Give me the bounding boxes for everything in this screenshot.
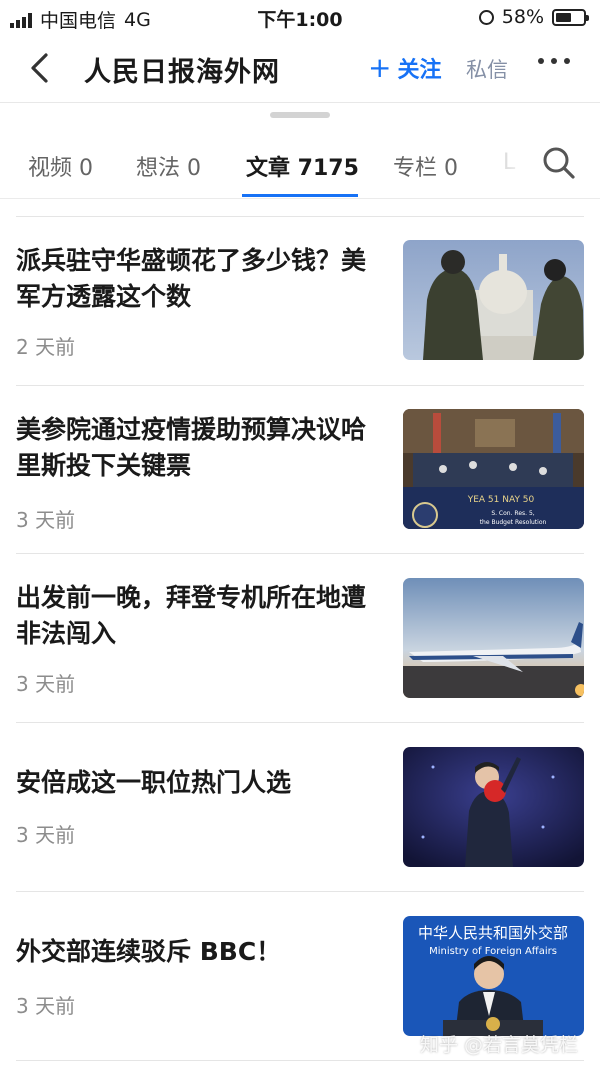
- nav-bar: 人民日报海外网 + 关注 私信: [0, 34, 600, 103]
- caption-line: the Budget Resolution: [480, 519, 547, 526]
- article-title[interactable]: 外交部连续驳斥 BBC！: [16, 934, 386, 970]
- article-time: 3 天前: [16, 994, 76, 1018]
- battery-percent: 58%: [501, 6, 544, 28]
- search-icon[interactable]: [542, 146, 576, 180]
- ministry-caption: 中华人民共和国外交部: [418, 924, 568, 942]
- message-button[interactable]: 私信: [466, 54, 508, 84]
- tab-columns[interactable]: 专栏 0: [393, 150, 458, 182]
- article-thumbnail[interactable]: [403, 240, 584, 360]
- tab-bar: 视频 0 想法 0 文章 7175 专栏 0 L: [0, 132, 600, 198]
- article-time: 3 天前: [16, 672, 76, 696]
- article-title[interactable]: 出发前一晚，拜登专机所在地遭非法闯入: [16, 580, 386, 652]
- status-bar: 中国电信 4G 下午1:00 58%: [0, 0, 600, 34]
- more-icon[interactable]: [538, 58, 570, 64]
- article-time: 2 天前: [16, 335, 76, 359]
- article-thumbnail[interactable]: 中华人民共和国外交部 Ministry of Foreign Affairs: [403, 916, 584, 1036]
- article-time: 3 天前: [16, 508, 76, 532]
- tab-thoughts[interactable]: 想法 0: [136, 150, 201, 182]
- article-thumbnail[interactable]: YEA 51 NAY 50 S. Con. Res. 5, the Budget…: [403, 409, 584, 529]
- article-title[interactable]: 美参院通过疫情援助预算决议哈里斯投下关键票: [16, 412, 386, 484]
- page-title: 人民日报海外网: [84, 57, 280, 88]
- plus-icon: +: [368, 51, 392, 84]
- watermark: 知乎 @若言莫凭栏: [420, 1034, 579, 1056]
- air-force-one-photo: [403, 578, 584, 698]
- battery-icon: [552, 8, 589, 26]
- senate-chamber-photo: YEA 51 NAY 50 S. Con. Res. 5, the Budget…: [403, 409, 584, 529]
- article-item[interactable]: 安倍成这一职位热门人选 3 天前: [0, 723, 600, 891]
- follow-label: 关注: [397, 58, 442, 83]
- abe-red-ball-photo: [403, 747, 584, 867]
- follow-button[interactable]: + 关注: [368, 52, 441, 84]
- article-thumbnail[interactable]: [403, 578, 584, 698]
- tab-video[interactable]: 视频 0: [28, 150, 93, 182]
- article-time: 3 天前: [16, 823, 76, 847]
- tab-articles[interactable]: 文章 7175: [246, 150, 359, 182]
- active-tab-indicator: [242, 194, 358, 197]
- back-icon[interactable]: [26, 52, 54, 84]
- divider: [16, 1060, 584, 1061]
- article-item[interactable]: 出发前一晚，拜登专机所在地遭非法闯入 3 天前: [0, 554, 600, 722]
- caption-line: S. Con. Res. 5,: [491, 510, 534, 517]
- drag-handle[interactable]: [270, 112, 330, 118]
- rotation-lock-icon: [478, 9, 494, 25]
- soldiers-capitol-photo: [403, 240, 584, 360]
- article-title[interactable]: 安倍成这一职位热门人选: [16, 765, 386, 801]
- article-item[interactable]: 美参院通过疫情援助预算决议哈里斯投下关键票 3 天前 YEA 51 NAY 50…: [0, 386, 600, 554]
- article-title[interactable]: 派兵驻守华盛顿花了多少钱？美军方透露这个数: [16, 243, 386, 315]
- ministry-caption-en: Ministry of Foreign Affairs: [429, 946, 557, 957]
- vote-caption: YEA 51 NAY 50: [467, 495, 535, 505]
- article-thumbnail[interactable]: [403, 747, 584, 867]
- article-item[interactable]: 派兵驻守华盛顿花了多少钱？美军方透露这个数 2 天前: [0, 217, 600, 385]
- foreign-ministry-spokesman-photo: 中华人民共和国外交部 Ministry of Foreign Affairs: [403, 916, 584, 1036]
